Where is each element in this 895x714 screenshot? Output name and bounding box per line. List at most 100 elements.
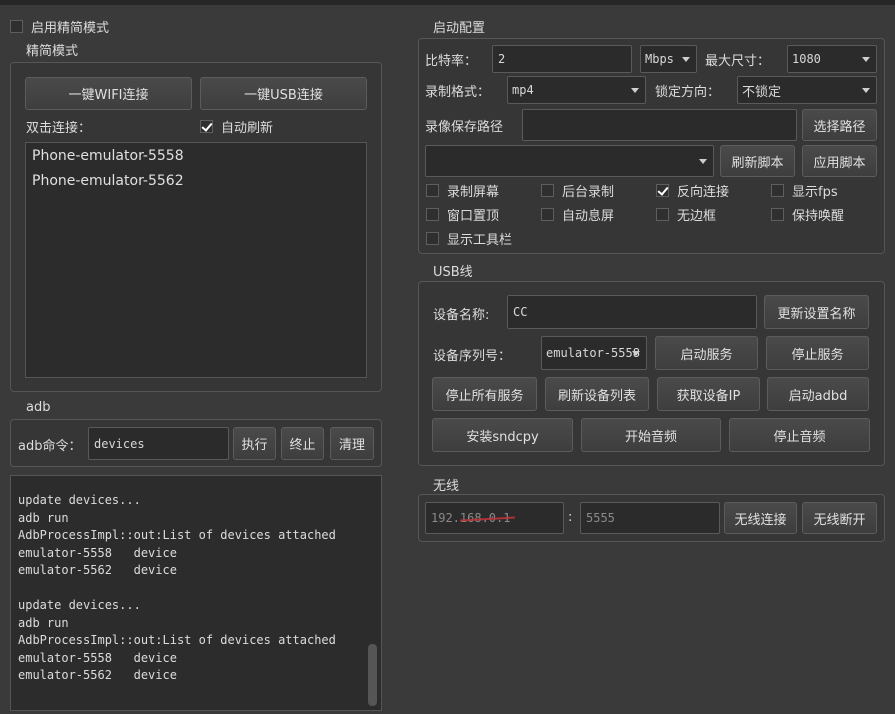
refresh-script-button[interactable]: 刷新脚本 <box>720 145 795 177</box>
stop-audio-button[interactable]: 停止音频 <box>729 418 870 452</box>
update-device-name-button[interactable]: 更新设置名称 <box>764 295 869 329</box>
wireless-port-input[interactable]: 5555 <box>580 502 720 534</box>
log-line: AdbProcessImpl::out:List of devices atta… <box>18 633 336 647</box>
reverse-connect-label: 反向连接 <box>677 184 730 200</box>
serial-value: emulator-5558 <box>546 346 640 360</box>
window-on-top-checkbox-box[interactable] <box>426 207 439 221</box>
auto-refresh-label: 自动刷新 <box>221 120 274 136</box>
log-line: emulator-5562 device <box>18 563 177 577</box>
frameless-checkbox-box[interactable] <box>656 207 669 221</box>
chevron-down-icon <box>862 88 870 93</box>
stop-service-button[interactable]: 停止服务 <box>766 336 869 370</box>
select-path-button[interactable]: 选择路径 <box>802 109 877 141</box>
wireless-connect-button[interactable]: 无线连接 <box>724 502 797 534</box>
install-sndcpy-button[interactable]: 安装sndcpy <box>432 418 573 452</box>
record-screen-label: 录制屏幕 <box>447 184 500 200</box>
window-top-bar <box>0 0 895 5</box>
ip-port-separator: : <box>568 510 573 525</box>
simple-mode-checkbox[interactable]: 启用精简模式 <box>10 17 110 36</box>
record-path-input[interactable] <box>522 109 797 141</box>
auto-screen-off-checkbox[interactable]: 自动息屏 <box>541 205 615 224</box>
background-record-checkbox-box[interactable] <box>541 183 554 197</box>
simple-panel-title: 精简模式 <box>26 44 79 59</box>
list-item[interactable]: Phone-emulator-5562 <box>26 169 366 194</box>
chevron-down-icon <box>682 57 690 62</box>
log-line: update devices... <box>18 493 141 507</box>
max-size-label: 最大尺寸： <box>705 54 771 69</box>
chevron-down-icon <box>699 159 707 164</box>
stay-awake-checkbox[interactable]: 保持唤醒 <box>771 205 845 224</box>
bitrate-unit-value: Mbps <box>645 52 674 66</box>
window-on-top-label: 窗口置顶 <box>447 208 500 224</box>
script-select[interactable] <box>425 145 714 177</box>
double-click-label: 双击连接： <box>26 121 92 136</box>
record-format-value: mp4 <box>512 83 534 97</box>
log-scrollbar-thumb[interactable] <box>368 644 377 706</box>
adb-run-button[interactable]: 执行 <box>233 427 276 460</box>
show-toolbar-label: 显示工具栏 <box>447 232 513 248</box>
max-size-value: 1080 <box>792 52 821 66</box>
device-list[interactable]: Phone-emulator-5558 Phone-emulator-5562 <box>25 142 367 378</box>
background-record-label: 后台录制 <box>562 184 615 200</box>
stay-awake-label: 保持唤醒 <box>792 208 845 224</box>
serial-label: 设备序列号： <box>433 349 512 364</box>
show-fps-checkbox[interactable]: 显示fps <box>771 181 838 200</box>
refresh-device-list-button[interactable]: 刷新设备列表 <box>545 377 649 411</box>
record-format-select[interactable]: mp4 <box>507 76 646 104</box>
adb-cmd-label: adb命令： <box>18 439 82 454</box>
simple-mode-label: 启用精简模式 <box>31 20 110 36</box>
show-toolbar-checkbox-box[interactable] <box>426 231 439 245</box>
bitrate-input[interactable]: 2 <box>492 45 632 73</box>
serial-select[interactable]: emulator-5558 <box>541 336 647 370</box>
wifi-connect-button[interactable]: 一键WIFI连接 <box>25 77 192 110</box>
get-device-ip-button[interactable]: 获取设备IP <box>657 377 760 411</box>
chevron-down-icon <box>631 88 639 93</box>
adb-log-output[interactable]: update devices... adb run AdbProcessImpl… <box>10 475 382 711</box>
lock-orientation-select[interactable]: 不锁定 <box>737 76 877 104</box>
log-line: adb run <box>18 615 69 630</box>
frameless-checkbox[interactable]: 无边框 <box>656 205 717 224</box>
start-adbd-button[interactable]: 启动adbd <box>767 377 869 411</box>
apply-script-button[interactable]: 应用脚本 <box>802 145 877 177</box>
record-format-label: 录制格式： <box>425 85 491 100</box>
auto-refresh-checkbox[interactable]: 自动刷新 <box>200 117 274 136</box>
auto-screen-off-checkbox-box[interactable] <box>541 207 554 221</box>
show-toolbar-checkbox[interactable]: 显示工具栏 <box>426 229 513 248</box>
adb-clear-button[interactable]: 清理 <box>330 427 374 460</box>
start-config-title: 启动配置 <box>433 21 486 36</box>
list-item[interactable]: Phone-emulator-5558 <box>26 144 366 169</box>
start-service-button[interactable]: 启动服务 <box>655 336 758 370</box>
wireless-panel-title: 无线 <box>433 479 460 494</box>
adb-stop-button[interactable]: 终止 <box>281 427 324 460</box>
chevron-down-icon <box>862 57 870 62</box>
reverse-connect-checkbox-box[interactable] <box>656 183 669 197</box>
record-screen-checkbox-box[interactable] <box>426 183 439 197</box>
show-fps-checkbox-box[interactable] <box>771 183 784 197</box>
stop-all-services-button[interactable]: 停止所有服务 <box>432 377 537 411</box>
chevron-down-icon <box>632 351 640 356</box>
max-size-select[interactable]: 1080 <box>787 45 877 73</box>
log-line: emulator-5558 device <box>18 545 177 560</box>
log-line: adb run <box>18 510 69 525</box>
adb-panel-title: adb <box>26 400 51 415</box>
auto-screen-off-label: 自动息屏 <box>562 208 615 224</box>
frameless-label: 无边框 <box>677 208 717 224</box>
usb-connect-button[interactable]: 一键USB连接 <box>200 77 367 110</box>
wireless-disconnect-button[interactable]: 无线断开 <box>802 502 877 534</box>
background-record-checkbox[interactable]: 后台录制 <box>541 181 615 200</box>
record-path-label: 录像保存路径 <box>425 120 504 135</box>
record-screen-checkbox[interactable]: 录制屏幕 <box>426 181 500 200</box>
auto-refresh-checkbox-box[interactable] <box>200 119 213 133</box>
start-audio-button[interactable]: 开始音频 <box>581 418 721 452</box>
reverse-connect-checkbox[interactable]: 反向连接 <box>656 181 730 200</box>
window-on-top-checkbox[interactable]: 窗口置顶 <box>426 205 500 224</box>
device-name-input[interactable]: CC <box>507 295 757 329</box>
adb-cmd-input[interactable]: devices <box>88 427 229 460</box>
bitrate-unit-select[interactable]: Mbps <box>640 45 697 73</box>
simple-mode-checkbox-box[interactable] <box>10 19 23 33</box>
stay-awake-checkbox-box[interactable] <box>771 207 784 221</box>
bitrate-label: 比特率： <box>425 54 478 69</box>
show-fps-label: 显示fps <box>792 184 838 200</box>
lock-orientation-label: 锁定方向： <box>655 85 721 100</box>
